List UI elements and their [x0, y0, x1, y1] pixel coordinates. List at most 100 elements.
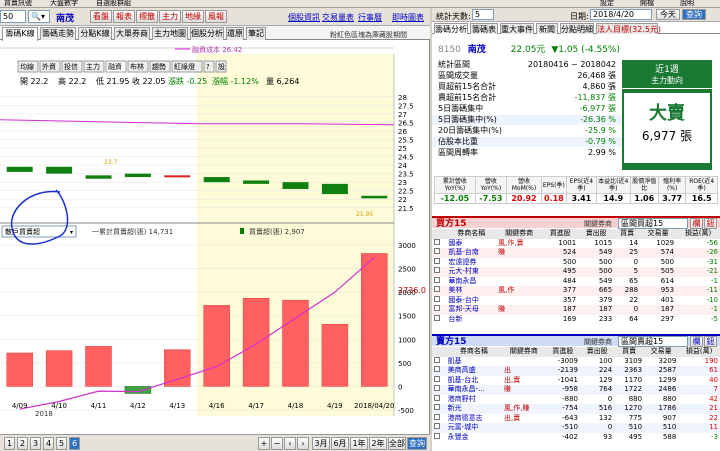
menu-watchlist[interactable]: 自選股群組 — [96, 0, 131, 8]
row-checkbox[interactable] — [434, 366, 440, 373]
tab-branch-k[interactable]: 分點K線 — [78, 27, 112, 40]
table-row[interactable]: 永豐金 -402 93 495 588 -3 — [432, 432, 720, 442]
tool-btn-main[interactable]: 主力 — [159, 10, 181, 23]
tab-target-price[interactable]: 法人目標(32.5元) — [596, 23, 661, 34]
row-checkbox[interactable] — [434, 286, 440, 293]
row-checkbox[interactable] — [434, 394, 440, 401]
range-2y-button[interactable]: 2年 — [369, 437, 387, 450]
table-row[interactable]: 港商德意志 出,賣 -643 132 775 907 22 — [432, 413, 720, 423]
col-header[interactable]: 交易量 — [640, 229, 676, 239]
row-checkbox[interactable] — [434, 375, 440, 382]
table-row[interactable]: 華南永昌-... 賺 -958 764 1722 2486 7 — [432, 385, 720, 395]
table-row[interactable]: 美商高盛 出 -2139 224 2363 2587 61 — [432, 366, 720, 376]
query-button[interactable]: 查詢 — [407, 437, 427, 450]
row-checkbox[interactable] — [434, 305, 440, 312]
zoom-out-icon[interactable]: − — [271, 437, 283, 450]
tab-stock-analysis[interactable]: 個股分析 — [190, 27, 224, 40]
menu-settings[interactable]: 設定 — [600, 0, 614, 8]
page-button[interactable]: 2 — [17, 437, 28, 450]
col-header[interactable]: 關鍵券商 — [502, 347, 546, 357]
tab-notes[interactable]: 筆記 — [246, 27, 266, 40]
row-checkbox[interactable] — [434, 413, 440, 420]
row-checkbox[interactable] — [434, 267, 440, 274]
row-checkbox[interactable] — [434, 248, 440, 255]
table-row[interactable]: 國泰 風,作,賣 1001 1015 14 1029 -56 — [432, 238, 720, 248]
link-calendar[interactable]: 行事曆 — [358, 12, 382, 23]
row-checkbox[interactable] — [434, 356, 440, 363]
table-row[interactable]: 宏遠證券 500 500 0 500 -31 — [432, 257, 720, 267]
col-header[interactable]: 損益(萬) — [676, 229, 720, 239]
col-header[interactable]: 券商名稱 — [446, 347, 502, 357]
tab-chip-trend[interactable]: 籌碼走勢 — [40, 27, 76, 40]
zoom-in-icon[interactable]: + — [258, 437, 270, 450]
next-icon[interactable]: › — [297, 437, 309, 450]
link-realtime-chart[interactable]: 即時圖表 — [392, 12, 424, 23]
link-volume-table[interactable]: 交易量表 — [322, 12, 354, 23]
col-header[interactable]: 關鍵券商 — [496, 229, 542, 239]
date-input[interactable]: 2018/4/20 — [590, 9, 652, 20]
page-button[interactable]: 4 — [43, 437, 54, 450]
tab-main-map[interactable]: 主力地圖 — [152, 27, 188, 40]
page-button[interactable]: 6 — [69, 437, 80, 450]
tab-big-broker[interactable]: 大單券商 — [114, 27, 150, 40]
menu-help[interactable]: 說明 — [680, 0, 694, 8]
tab-chip-table[interactable]: 籌碼表 — [470, 23, 498, 34]
link-stock-info[interactable]: 個股資訊 — [288, 12, 320, 23]
table-row[interactable]: 新光 風,作,賺 -754 516 1270 1786 21 — [432, 404, 720, 414]
sell-columns-button[interactable]: 欄 — [690, 336, 703, 347]
table-row[interactable]: 台新 169 233 64 297 -5 — [432, 314, 720, 324]
tool-btn-geo[interactable]: 地緣 — [182, 10, 204, 23]
sell-select[interactable]: 區間賣超15 — [618, 336, 688, 347]
table-row[interactable]: 凱基-台北 出,賣 -1041 129 1170 1299 40 — [432, 375, 720, 385]
stock-search-input[interactable]: 🔍▾ — [28, 10, 50, 23]
col-header[interactable]: 買賣 — [614, 229, 640, 239]
page-button[interactable]: 5 — [56, 437, 67, 450]
tab-branch-detail[interactable]: 分點明細 — [560, 23, 594, 34]
tool-btn-watch[interactable]: 看盤 — [90, 10, 112, 23]
buy-select[interactable]: 區間買超15 — [618, 218, 688, 229]
col-header[interactable]: 買進股 — [546, 347, 580, 357]
col-header[interactable]: 買賣 — [614, 347, 644, 357]
row-checkbox[interactable] — [434, 257, 440, 264]
col-header[interactable]: 交易量 — [644, 347, 678, 357]
tab-chip-k[interactable]: 籌碼K線 — [2, 27, 38, 41]
col-header[interactable]: 賣出股 — [578, 229, 614, 239]
row-checkbox[interactable] — [434, 276, 440, 283]
row-checkbox[interactable] — [434, 238, 440, 245]
row-checkbox[interactable] — [434, 423, 440, 430]
row-checkbox[interactable] — [434, 314, 440, 321]
today-button[interactable]: 今天 — [656, 9, 680, 20]
col-header[interactable]: 賣出股 — [580, 347, 614, 357]
table-row[interactable]: 華南永昌 484 549 65 614 -1 — [432, 276, 720, 286]
page-button[interactable]: 1 — [4, 437, 15, 450]
prev-icon[interactable]: ‹ — [284, 437, 296, 450]
row-checkbox[interactable] — [434, 432, 440, 439]
tool-btn-tag[interactable]: 標籤 — [136, 10, 158, 23]
col-header[interactable]: 買進股 — [542, 229, 578, 239]
buy-columns-button[interactable]: 欄 — [690, 218, 703, 229]
tab-events[interactable]: 重大事件 — [500, 23, 534, 34]
table-row[interactable]: 元富-城中 -510 0 510 510 11 — [432, 423, 720, 433]
range-6m-button[interactable]: 6月 — [331, 437, 349, 450]
range-all-button[interactable]: 全部 — [388, 437, 406, 450]
table-row[interactable]: 元大-村東 495 500 5 505 -21 — [432, 267, 720, 277]
tool-btn-report[interactable]: 報表 — [113, 10, 135, 23]
table-row[interactable]: 凱基-台南 賺 524 549 25 574 -26 — [432, 248, 720, 258]
menu-open[interactable]: 開檔 — [640, 0, 654, 8]
tool-btn-risk[interactable]: 風報 — [205, 10, 227, 23]
tab-news[interactable]: 新聞 — [536, 23, 558, 34]
tab-chip-analysis[interactable]: 籌碼分析 — [434, 23, 468, 34]
row-checkbox[interactable] — [434, 385, 440, 392]
range-1y-button[interactable]: 1年 — [350, 437, 368, 450]
buy-extra-button[interactable]: 鈕 — [704, 218, 717, 229]
days-select[interactable]: 5 — [472, 9, 494, 20]
table-row[interactable]: 富邦-天母 賺 187 187 0 187 -1 — [432, 305, 720, 315]
tab-restore[interactable]: 還原 — [226, 27, 244, 40]
sell-extra-button[interactable]: 鈕 — [704, 336, 717, 347]
col-header[interactable]: 券商名稱 — [446, 229, 496, 239]
menu-signals[interactable]: 買賣訊號 — [4, 0, 32, 8]
row-checkbox[interactable] — [434, 295, 440, 302]
row-checkbox[interactable] — [434, 404, 440, 411]
table-row[interactable]: 凱基 -3009 100 3109 3209 190 — [432, 356, 720, 366]
date-query-button[interactable]: 查詢 — [682, 9, 706, 20]
